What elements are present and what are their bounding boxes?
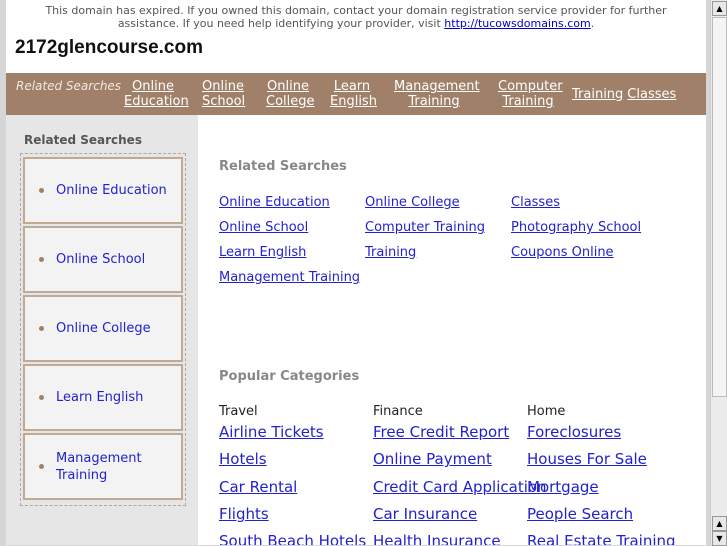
related-link[interactable]: Coupons Online [511, 244, 657, 261]
popular-categories: Travel Airline Tickets Hotels Car Rental… [219, 404, 681, 545]
nav-link-training[interactable]: Training [572, 87, 623, 102]
category-heading: Finance [373, 404, 423, 419]
category-link[interactable]: People Search [527, 505, 681, 523]
sidebar-link[interactable]: Online College [56, 320, 151, 337]
sidebar-item[interactable]: Online College [23, 295, 183, 362]
category-link[interactable]: Foreclosures [527, 423, 681, 441]
category-link[interactable]: Airline Tickets [219, 423, 373, 441]
expired-notice: This domain has expired. If you owned th… [6, 4, 706, 30]
category-home: Home Foreclosures Houses For Sale Mortga… [527, 404, 681, 545]
related-link[interactable]: Online College [365, 194, 511, 211]
sidebar-link[interactable]: Management Training [56, 450, 181, 484]
scroll-up-arrow-icon[interactable]: ▲ [712, 1, 727, 16]
related-searches-grid: Online Education Online College Classes … [219, 194, 669, 286]
nav-label: Related Searches [16, 79, 122, 93]
nav-link-learn-english[interactable]: Learn English [330, 79, 377, 109]
bullet-icon [39, 188, 44, 193]
related-link[interactable]: Photography School [511, 219, 657, 236]
category-link[interactable]: Free Credit Report [373, 423, 527, 441]
sidebar-item[interactable]: Online Education [23, 157, 183, 224]
category-link[interactable]: Online Payment [373, 450, 527, 468]
related-link[interactable]: Training [365, 244, 511, 261]
sidebar-item[interactable]: Learn English [23, 364, 183, 431]
related-link[interactable]: Computer Training [365, 219, 511, 236]
category-link[interactable]: Credit Card Application [373, 478, 547, 496]
nav-link-management-training[interactable]: Management Training [394, 79, 480, 109]
bullet-icon [39, 395, 44, 400]
top-nav: Related Searches Online Education Online… [6, 73, 706, 115]
related-link[interactable]: Online School [219, 219, 365, 236]
category-link[interactable]: South Beach Hotels [219, 532, 373, 545]
category-link[interactable]: Mortgage [527, 478, 681, 496]
related-link[interactable]: Learn English [219, 244, 365, 261]
category-link[interactable]: Real Estate Training [527, 532, 681, 545]
category-link[interactable]: Car Rental [219, 478, 373, 496]
nav-link-computer-training[interactable]: Computer Training [498, 79, 563, 109]
sidebar-link[interactable]: Online School [56, 251, 145, 268]
page: This domain has expired. If you owned th… [6, 0, 706, 545]
sidebar-item[interactable]: Management Training [23, 433, 183, 500]
category-link[interactable]: Houses For Sale [527, 450, 681, 468]
sidebar-link[interactable]: Learn English [56, 389, 143, 406]
notice-suffix: . [590, 17, 595, 30]
category-link[interactable]: Health Insurance [373, 532, 527, 545]
sidebar-item[interactable]: Online School [23, 226, 183, 293]
related-searches-title: Related Searches [219, 159, 347, 174]
category-heading: Travel [219, 404, 258, 419]
sidebar: Related Searches Online Education Online… [6, 115, 198, 545]
sidebar-title: Related Searches [24, 133, 142, 147]
nav-link-online-education[interactable]: Online Education [124, 79, 189, 109]
bullet-icon [39, 464, 44, 469]
related-link[interactable]: Management Training [219, 269, 365, 286]
category-link[interactable]: Flights [219, 505, 373, 523]
popular-categories-title: Popular Categories [219, 369, 360, 384]
scrollbar-thumb[interactable] [712, 17, 727, 397]
bullet-icon [39, 257, 44, 262]
domain-title: 2172glencourse.com [15, 37, 203, 58]
sidebar-link-text: Management Training [56, 450, 142, 483]
bullet-icon [39, 326, 44, 331]
nav-link-classes[interactable]: Classes [627, 87, 676, 102]
nav-link-online-college[interactable]: Online College [266, 79, 315, 109]
related-link[interactable]: Classes [511, 194, 657, 211]
sidebar-link[interactable]: Online Education [56, 182, 167, 199]
category-link[interactable]: Hotels [219, 450, 373, 468]
sidebar-list: Online Education Online School Online Co… [20, 153, 186, 506]
vertical-scrollbar[interactable]: ▲ ▲ ▼ [710, 0, 727, 546]
nav-link-online-school[interactable]: Online School [202, 79, 245, 109]
related-link[interactable]: Online Education [219, 194, 365, 211]
category-heading: Home [527, 404, 566, 419]
tucows-link[interactable]: http://tucowsdomains.com [444, 17, 590, 30]
category-travel: Travel Airline Tickets Hotels Car Rental… [219, 404, 373, 545]
scroll-down-arrow-icon[interactable]: ▼ [712, 531, 727, 546]
category-link[interactable]: Car Insurance [373, 505, 527, 523]
category-finance: Finance Free Credit Report Online Paymen… [373, 404, 547, 545]
scroll-up-arrow-icon[interactable]: ▲ [712, 516, 727, 531]
